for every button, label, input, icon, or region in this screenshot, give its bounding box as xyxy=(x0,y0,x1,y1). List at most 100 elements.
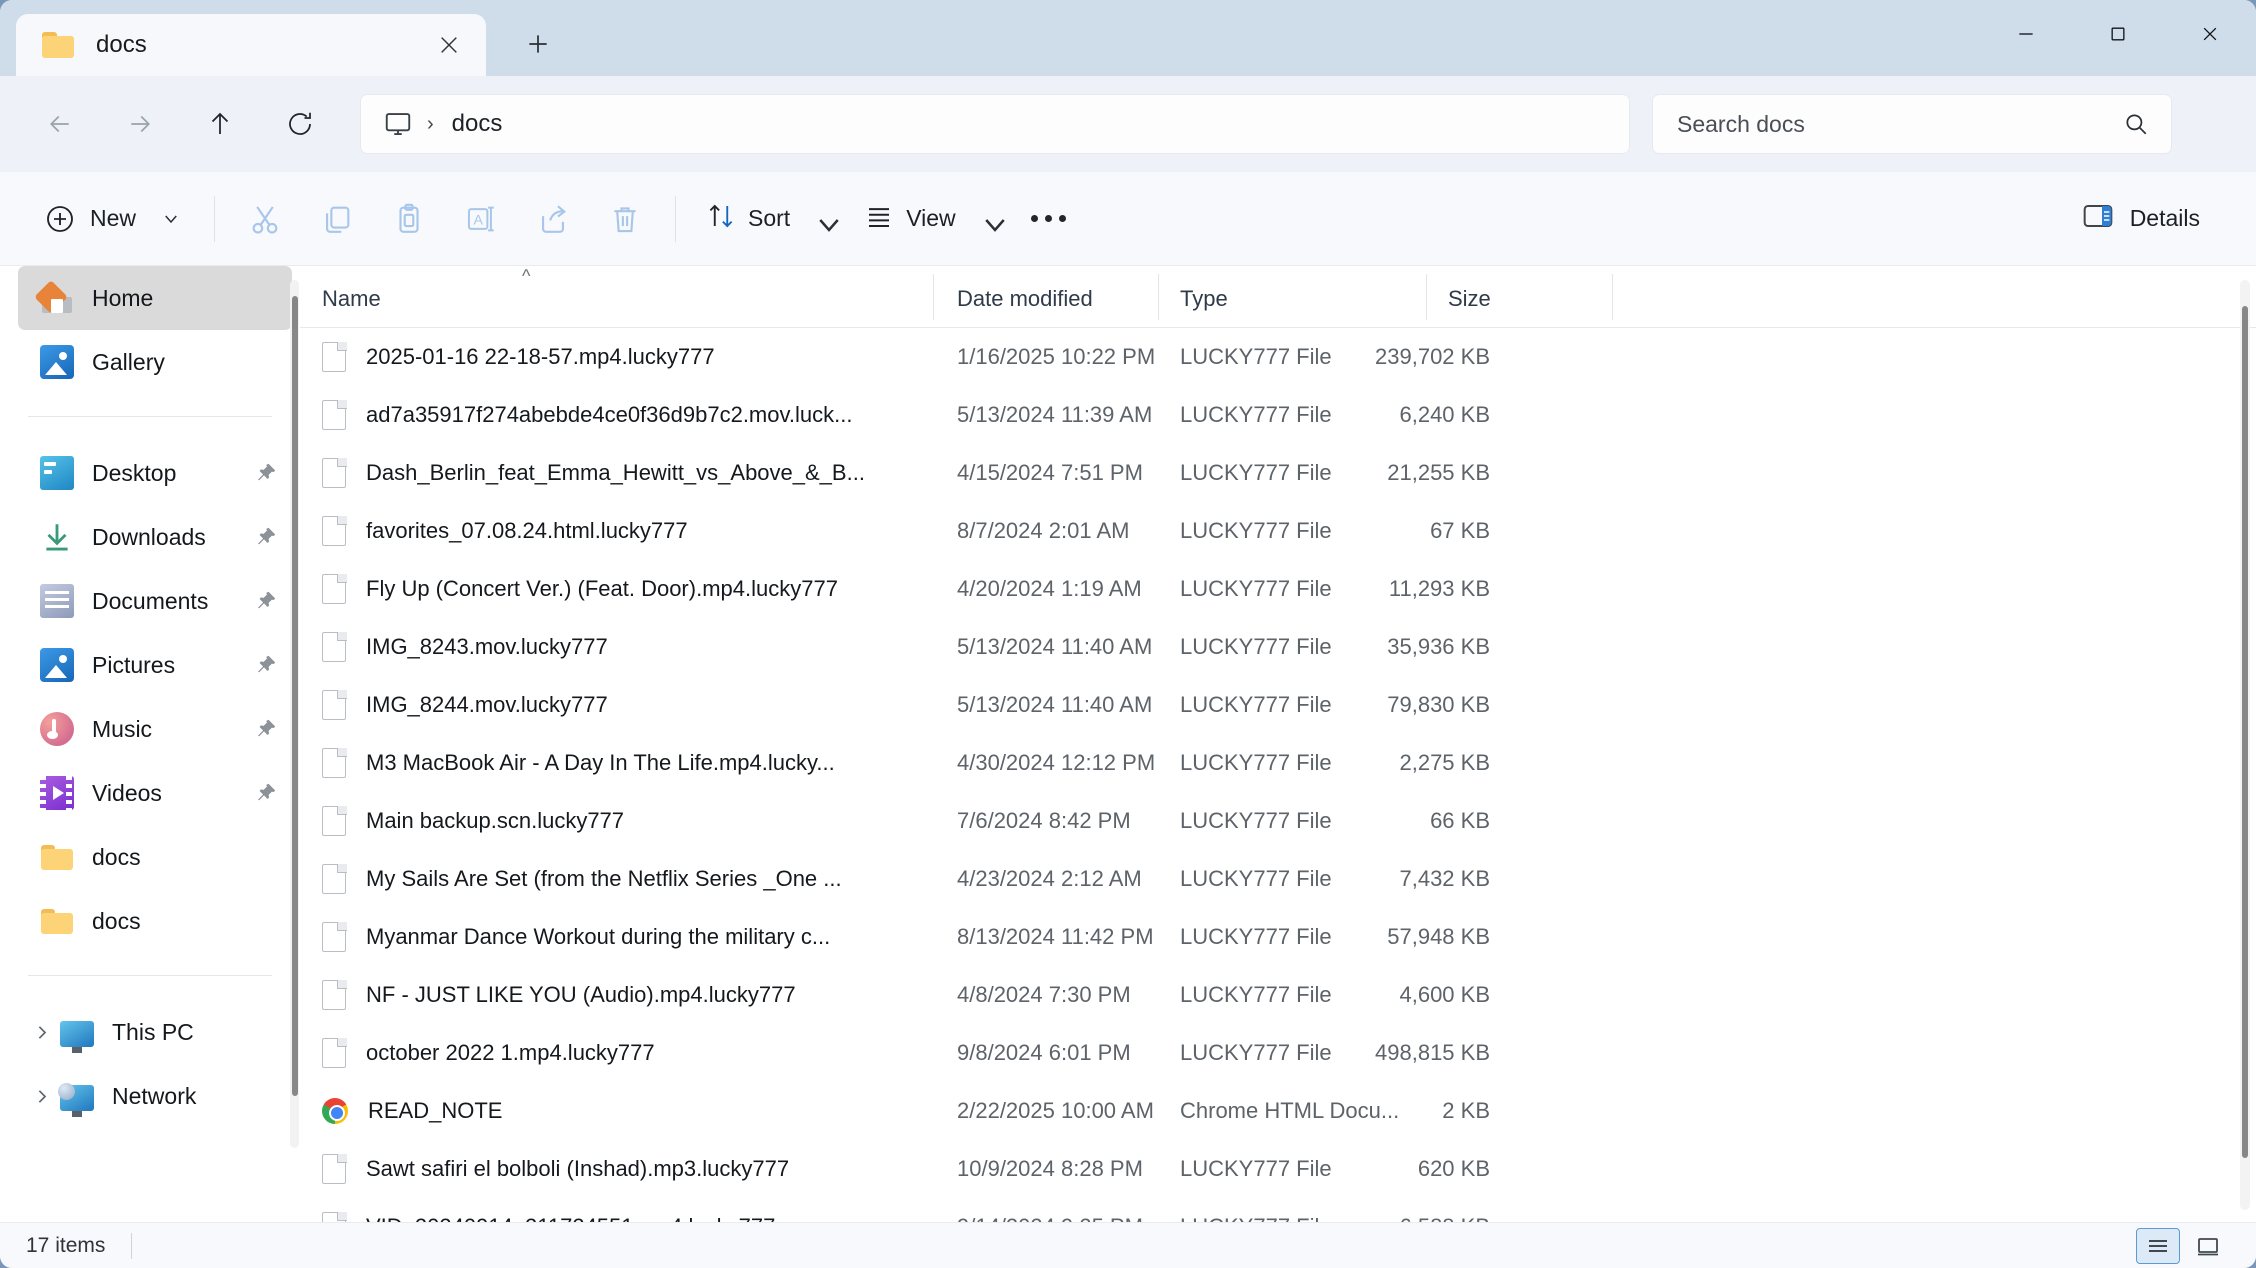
column-header-date-modified[interactable]: Date modified xyxy=(957,286,1093,312)
table-row[interactable]: M3 MacBook Air - A Day In The Life.mp4.l… xyxy=(300,734,2256,792)
cut-button[interactable] xyxy=(229,188,301,250)
cell-size: 7,432 KB xyxy=(1320,866,1490,892)
cell-date-modified: 8/13/2024 11:42 PM xyxy=(957,924,1154,950)
sidebar-scrollbar-thumb[interactable] xyxy=(292,296,298,1096)
cell-size: 2,275 KB xyxy=(1320,750,1490,776)
sidebar-item-downloads[interactable]: Downloads xyxy=(18,505,292,569)
file-name: Dash_Berlin_feat_Emma_Hewitt_vs_Above_&_… xyxy=(366,460,865,486)
chevron-down-icon[interactable] xyxy=(162,210,180,228)
pin-icon[interactable] xyxy=(254,781,278,805)
sidebar-item-home[interactable]: Home xyxy=(18,266,292,330)
table-row[interactable]: Sawt safiri el bolboli (Inshad).mp3.luck… xyxy=(300,1140,2256,1198)
minimize-button[interactable] xyxy=(1980,0,2072,68)
table-row[interactable]: READ_NOTE2/22/2025 10:00 AMChrome HTML D… xyxy=(300,1082,2256,1140)
pin-icon[interactable] xyxy=(254,525,278,549)
details-view-button[interactable] xyxy=(2136,1228,2180,1264)
forward-button[interactable] xyxy=(108,92,172,156)
file-list-scrollbar[interactable] xyxy=(2240,280,2250,1210)
sort-button[interactable]: Sort xyxy=(690,188,848,250)
cell-name: 2025-01-16 22-18-57.mp4.lucky777 xyxy=(322,342,942,372)
cell-type: LUCKY777 File xyxy=(1180,460,1332,486)
search-box[interactable] xyxy=(1652,94,2172,154)
file-list-scrollbar-thumb[interactable] xyxy=(2242,306,2248,1158)
pin-icon[interactable] xyxy=(254,589,278,613)
cell-type: LUCKY777 File xyxy=(1180,808,1332,834)
cell-size: 35,936 KB xyxy=(1320,634,1490,660)
table-row[interactable]: ad7a35917f274abebde4ce0f36d9b7c2.mov.luc… xyxy=(300,386,2256,444)
see-more-button[interactable] xyxy=(1014,188,1084,250)
cell-type: LUCKY777 File xyxy=(1180,518,1332,544)
sidebar-item-pictures[interactable]: Pictures xyxy=(18,633,292,697)
large-icons-view-button[interactable] xyxy=(2186,1228,2230,1264)
chevron-down-icon[interactable] xyxy=(980,210,998,228)
sidebar-item-desktop[interactable]: Desktop xyxy=(18,441,292,505)
chevron-right-icon[interactable] xyxy=(26,1088,56,1105)
view-toggle-group xyxy=(2136,1228,2230,1264)
maximize-button[interactable] xyxy=(2072,0,2164,68)
pin-icon[interactable] xyxy=(254,717,278,741)
breadcrumb[interactable]: › docs xyxy=(360,94,1630,154)
column-header-type[interactable]: Type xyxy=(1180,286,1228,312)
sidebar-item-label: Videos xyxy=(92,780,162,807)
file-explorer-window: docs xyxy=(0,0,2256,1268)
table-row[interactable]: IMG_8243.mov.lucky7775/13/2024 11:40 AML… xyxy=(300,618,2256,676)
table-row[interactable]: 2025-01-16 22-18-57.mp4.lucky7771/16/202… xyxy=(300,328,2256,386)
paste-button[interactable] xyxy=(373,188,445,250)
table-row[interactable]: october 2022 1.mp4.lucky7779/8/2024 6:01… xyxy=(300,1024,2256,1082)
file-name: My Sails Are Set (from the Netflix Serie… xyxy=(366,866,842,892)
column-divider[interactable] xyxy=(1426,274,1427,320)
sidebar-item-network[interactable]: Network xyxy=(18,1064,292,1128)
close-button[interactable] xyxy=(2164,0,2256,68)
rename-button[interactable]: A xyxy=(445,188,517,250)
cell-type: LUCKY777 File xyxy=(1180,576,1332,602)
search-icon[interactable] xyxy=(2123,111,2149,137)
tab-docs[interactable]: docs xyxy=(16,14,486,76)
this-pc-icon[interactable] xyxy=(381,109,415,139)
table-row[interactable]: My Sails Are Set (from the Netflix Serie… xyxy=(300,850,2256,908)
table-row[interactable]: Fly Up (Concert Ver.) (Feat. Door).mp4.l… xyxy=(300,560,2256,618)
refresh-button[interactable] xyxy=(268,92,332,156)
chevron-right-icon[interactable] xyxy=(26,1024,56,1041)
table-row[interactable]: favorites_07.08.24.html.lucky7778/7/2024… xyxy=(300,502,2256,560)
column-header-size[interactable]: Size xyxy=(1448,286,1491,312)
close-tab-icon[interactable] xyxy=(426,22,472,68)
table-row[interactable]: Dash_Berlin_feat_Emma_Hewitt_vs_Above_&_… xyxy=(300,444,2256,502)
column-divider[interactable] xyxy=(1158,274,1159,320)
sidebar-item-music[interactable]: Music xyxy=(18,697,292,761)
search-input[interactable] xyxy=(1677,111,2077,138)
column-header-name[interactable]: Name xyxy=(322,286,381,312)
folder-icon xyxy=(40,840,74,874)
sidebar-item-this-pc[interactable]: This PC xyxy=(18,1000,292,1064)
table-row[interactable]: Main backup.scn.lucky7777/6/2024 8:42 PM… xyxy=(300,792,2256,850)
pin-icon[interactable] xyxy=(254,461,278,485)
table-row[interactable]: IMG_8244.mov.lucky7775/13/2024 11:40 AML… xyxy=(300,676,2256,734)
sidebar-item-label: Home xyxy=(92,285,153,312)
column-divider[interactable] xyxy=(1612,274,1613,320)
view-button[interactable]: View xyxy=(848,188,1013,250)
sidebar-item-videos[interactable]: Videos xyxy=(18,761,292,825)
table-row[interactable]: Myanmar Dance Workout during the militar… xyxy=(300,908,2256,966)
table-row[interactable]: NF - JUST LIKE YOU (Audio).mp4.lucky7774… xyxy=(300,966,2256,1024)
file-name: Fly Up (Concert Ver.) (Feat. Door).mp4.l… xyxy=(366,576,838,602)
sidebar-item-documents[interactable]: Documents xyxy=(18,569,292,633)
sidebar-item-docs[interactable]: docs xyxy=(18,889,292,953)
cell-name: NF - JUST LIKE YOU (Audio).mp4.lucky777 xyxy=(322,980,942,1010)
copy-button[interactable] xyxy=(301,188,373,250)
breadcrumb-current[interactable]: docs xyxy=(452,110,503,138)
new-tab-button[interactable] xyxy=(508,14,568,74)
sidebar-item-label: Network xyxy=(112,1083,196,1110)
sidebar-item-gallery[interactable]: Gallery xyxy=(18,330,292,394)
chevron-down-icon[interactable] xyxy=(814,210,832,228)
share-button[interactable] xyxy=(517,188,589,250)
up-button[interactable] xyxy=(188,92,252,156)
pin-icon[interactable] xyxy=(254,653,278,677)
cell-size: 498,815 KB xyxy=(1320,1040,1490,1066)
column-divider[interactable] xyxy=(933,274,934,320)
new-button[interactable]: New xyxy=(28,188,200,250)
delete-button[interactable] xyxy=(589,188,661,250)
cell-name: october 2022 1.mp4.lucky777 xyxy=(322,1038,942,1068)
details-pane-button[interactable]: Details xyxy=(2066,188,2216,250)
sidebar-item-docs[interactable]: docs xyxy=(18,825,292,889)
sidebar-scrollbar[interactable] xyxy=(290,280,299,1148)
back-button[interactable] xyxy=(28,92,92,156)
